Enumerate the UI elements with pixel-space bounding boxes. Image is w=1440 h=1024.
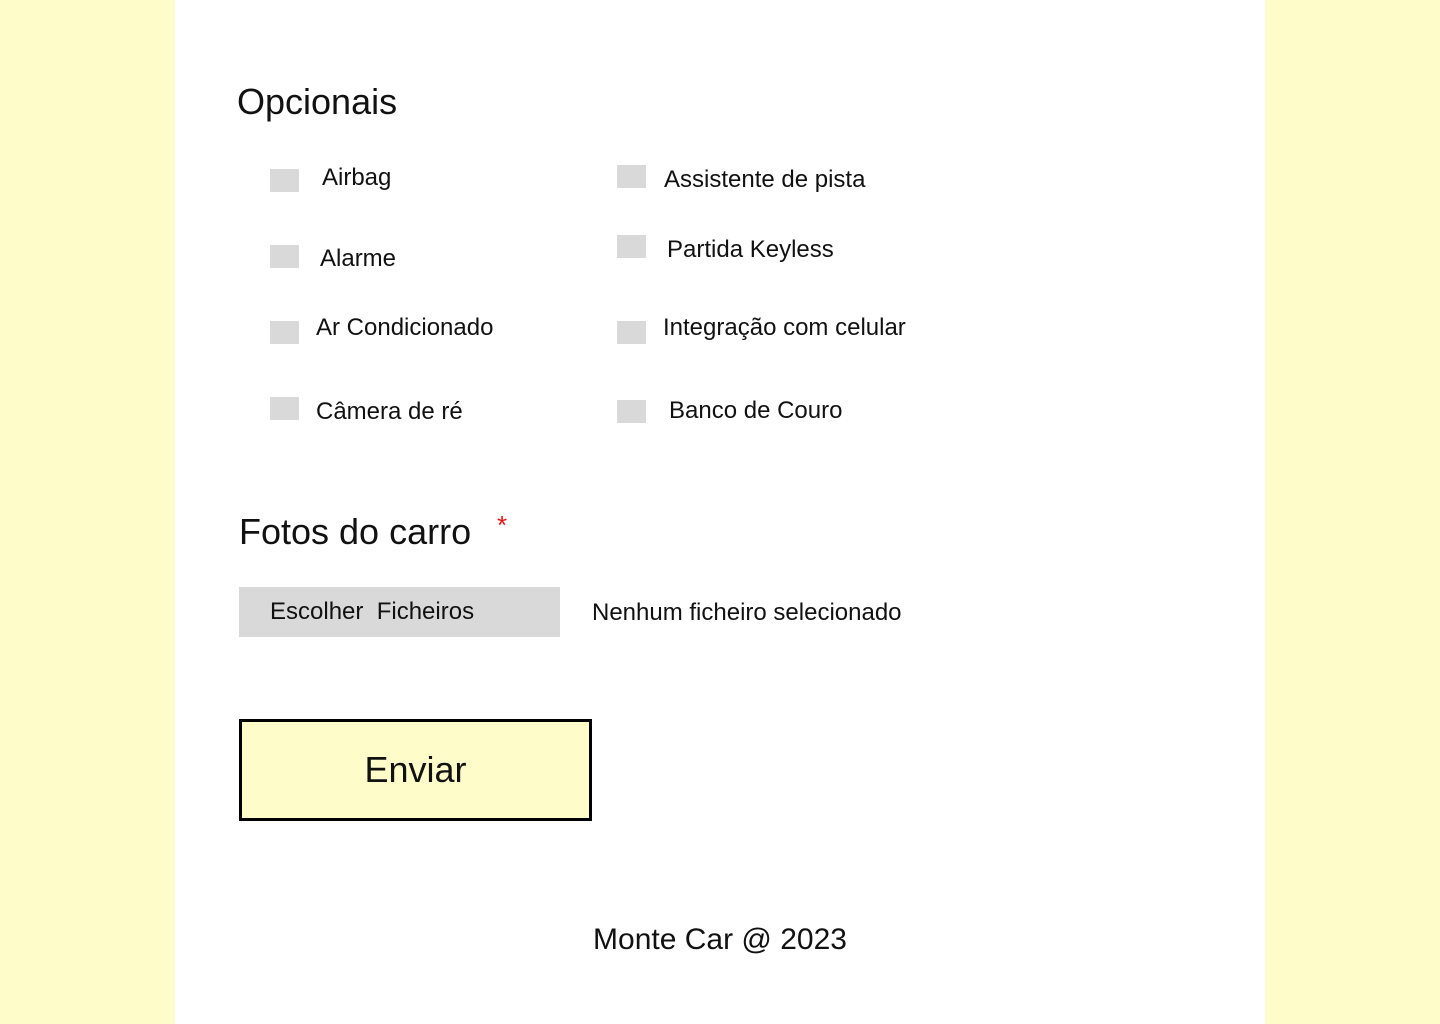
checkbox-alarme[interactable] bbox=[270, 245, 299, 268]
choose-files-button[interactable]: Escolher Ficheiros bbox=[239, 587, 560, 637]
photos-section-title: Fotos do carro bbox=[239, 512, 471, 552]
option-label-partida-keyless: Partida Keyless bbox=[667, 236, 834, 263]
checkbox-integracao-celular[interactable] bbox=[617, 321, 646, 344]
photos-title-text: Fotos do carro bbox=[239, 511, 472, 552]
optionals-section-title: Opcionais bbox=[237, 81, 398, 122]
submit-button[interactable]: Enviar bbox=[239, 719, 592, 821]
checkbox-camera-de-re[interactable] bbox=[270, 397, 299, 420]
option-label-airbag: Airbag bbox=[322, 164, 392, 191]
option-label-banco-de-couro: Banco de Couro bbox=[669, 397, 843, 424]
option-label-assistente-de-pista: Assistente de pista bbox=[664, 166, 866, 193]
option-label-integracao-celular: Integração com celular bbox=[663, 314, 906, 341]
checkbox-partida-keyless[interactable] bbox=[617, 235, 646, 258]
checkbox-assistente-de-pista[interactable] bbox=[617, 165, 646, 188]
checkbox-banco-de-couro[interactable] bbox=[617, 400, 646, 423]
checkbox-ar-condicionado[interactable] bbox=[270, 321, 299, 344]
footer-copyright: Monte Car @ 2023 bbox=[593, 923, 847, 956]
option-label-alarme: Alarme bbox=[320, 245, 397, 272]
option-label-ar-condicionado: Ar Condicionado bbox=[316, 314, 494, 341]
option-label-camera-de-re: Câmera de ré bbox=[316, 398, 463, 425]
file-status-text: Nenhum ficheiro selecionado bbox=[592, 599, 902, 626]
checkbox-airbag[interactable] bbox=[270, 169, 299, 192]
required-star-icon: * bbox=[497, 510, 508, 540]
